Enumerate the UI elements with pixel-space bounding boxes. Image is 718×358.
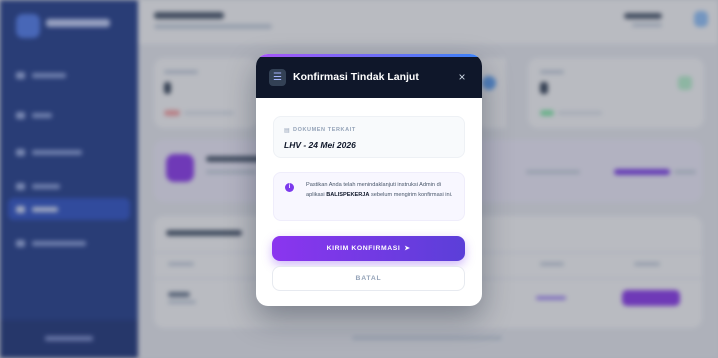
list-icon: ☰: [269, 69, 286, 86]
related-document-box: ▤ DOKUMEN TERKAIT LHV - 24 Mei 2026: [273, 116, 465, 158]
cancel-button[interactable]: BATAL: [272, 266, 465, 291]
confirmation-modal: ☰ Konfirmasi Tindak Lanjut × ▤ DOKUMEN T…: [256, 54, 482, 306]
modal-title: Konfirmasi Tindak Lanjut: [293, 71, 419, 83]
document-label: DOKUMEN TERKAIT: [293, 127, 356, 133]
send-confirmation-button[interactable]: KIRIM KONFIRMASI ➤: [272, 236, 465, 261]
send-icon: ➤: [404, 245, 411, 252]
info-notice: i Pastikan Anda telah menindaklanjuti in…: [273, 172, 465, 221]
document-icon: ▤: [284, 128, 290, 134]
modal-header: ☰ Konfirmasi Tindak Lanjut ×: [256, 57, 482, 98]
close-icon[interactable]: ×: [456, 70, 468, 84]
info-text: Pastikan Anda telah menindaklanjuti inst…: [306, 182, 453, 198]
app-name: BALISPEKERJA: [326, 191, 370, 198]
info-icon: i: [285, 183, 294, 192]
document-value: LHV - 24 Mei 2026: [284, 140, 356, 150]
